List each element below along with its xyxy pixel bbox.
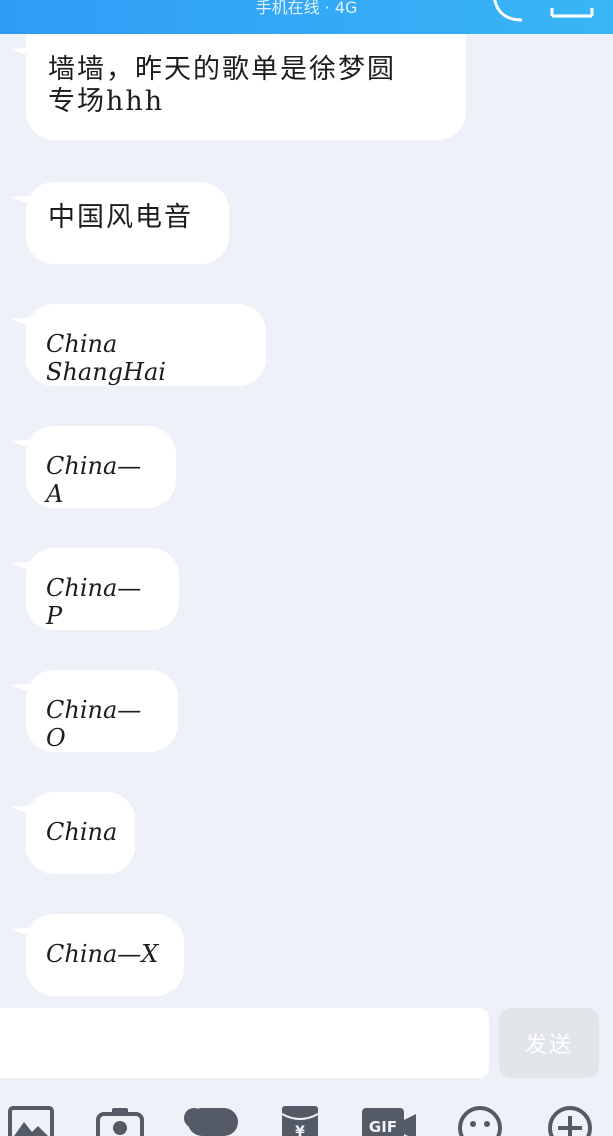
message-text: China xyxy=(46,818,118,846)
gif-icon[interactable]: GIF xyxy=(360,1106,420,1136)
message-text: China—A xyxy=(46,452,142,508)
call-icon[interactable] xyxy=(488,0,528,26)
message-bubble[interactable]: China—P xyxy=(26,548,179,630)
message-item: China—P xyxy=(26,548,179,630)
image-icon[interactable] xyxy=(8,1106,54,1136)
message-item: 墙墙，昨天的歌单是徐梦圆 专场hhh xyxy=(26,34,466,140)
chat-toolbar: ¥ GIF xyxy=(0,1090,613,1136)
send-button[interactable]: 发送 xyxy=(499,1008,599,1078)
message-list[interactable]: 墙墙，昨天的歌单是徐梦圆 专场hhh 中国风电音 China ShangHai … xyxy=(0,34,613,1006)
message-text: 墙墙，昨天的歌单是徐梦圆 专场hhh xyxy=(48,54,396,117)
voice-icon[interactable] xyxy=(180,1106,240,1136)
composer: 发送 xyxy=(0,1006,613,1084)
message-item: China—A xyxy=(26,426,176,508)
message-bubble[interactable]: 墙墙，昨天的歌单是徐梦圆 专场hhh xyxy=(26,34,466,140)
message-item: China xyxy=(26,792,135,874)
message-text: 中国风电音 xyxy=(48,202,193,233)
message-item: 中国风电音 xyxy=(26,182,229,264)
message-bubble[interactable]: 中国风电音 xyxy=(26,182,229,264)
message-item: China ShangHai xyxy=(26,304,266,386)
plus-icon[interactable] xyxy=(546,1106,594,1136)
camera-icon[interactable] xyxy=(96,1106,144,1136)
message-bubble[interactable]: China ShangHai xyxy=(26,304,266,386)
message-text: China—P xyxy=(46,574,142,630)
gif-label: GIF xyxy=(369,1118,397,1136)
message-item: China—O xyxy=(26,670,178,752)
message-bubble[interactable]: China—O xyxy=(26,670,178,752)
menu-icon[interactable] xyxy=(548,0,596,26)
message-text: China ShangHai xyxy=(46,330,166,386)
red-packet-icon[interactable]: ¥ xyxy=(280,1106,320,1136)
message-text: China—O xyxy=(46,696,142,752)
chat-header: 手机在线 · 4G xyxy=(0,0,613,34)
message-bubble[interactable]: China—A xyxy=(26,426,176,508)
message-input[interactable] xyxy=(0,1008,489,1078)
message-bubble[interactable]: China xyxy=(26,792,135,874)
message-bubble[interactable]: China—X xyxy=(26,914,184,996)
emoji-icon[interactable] xyxy=(456,1106,504,1136)
message-text: China—X xyxy=(46,940,159,968)
message-item: China—X xyxy=(26,914,184,996)
yen-label: ¥ xyxy=(295,1124,305,1136)
